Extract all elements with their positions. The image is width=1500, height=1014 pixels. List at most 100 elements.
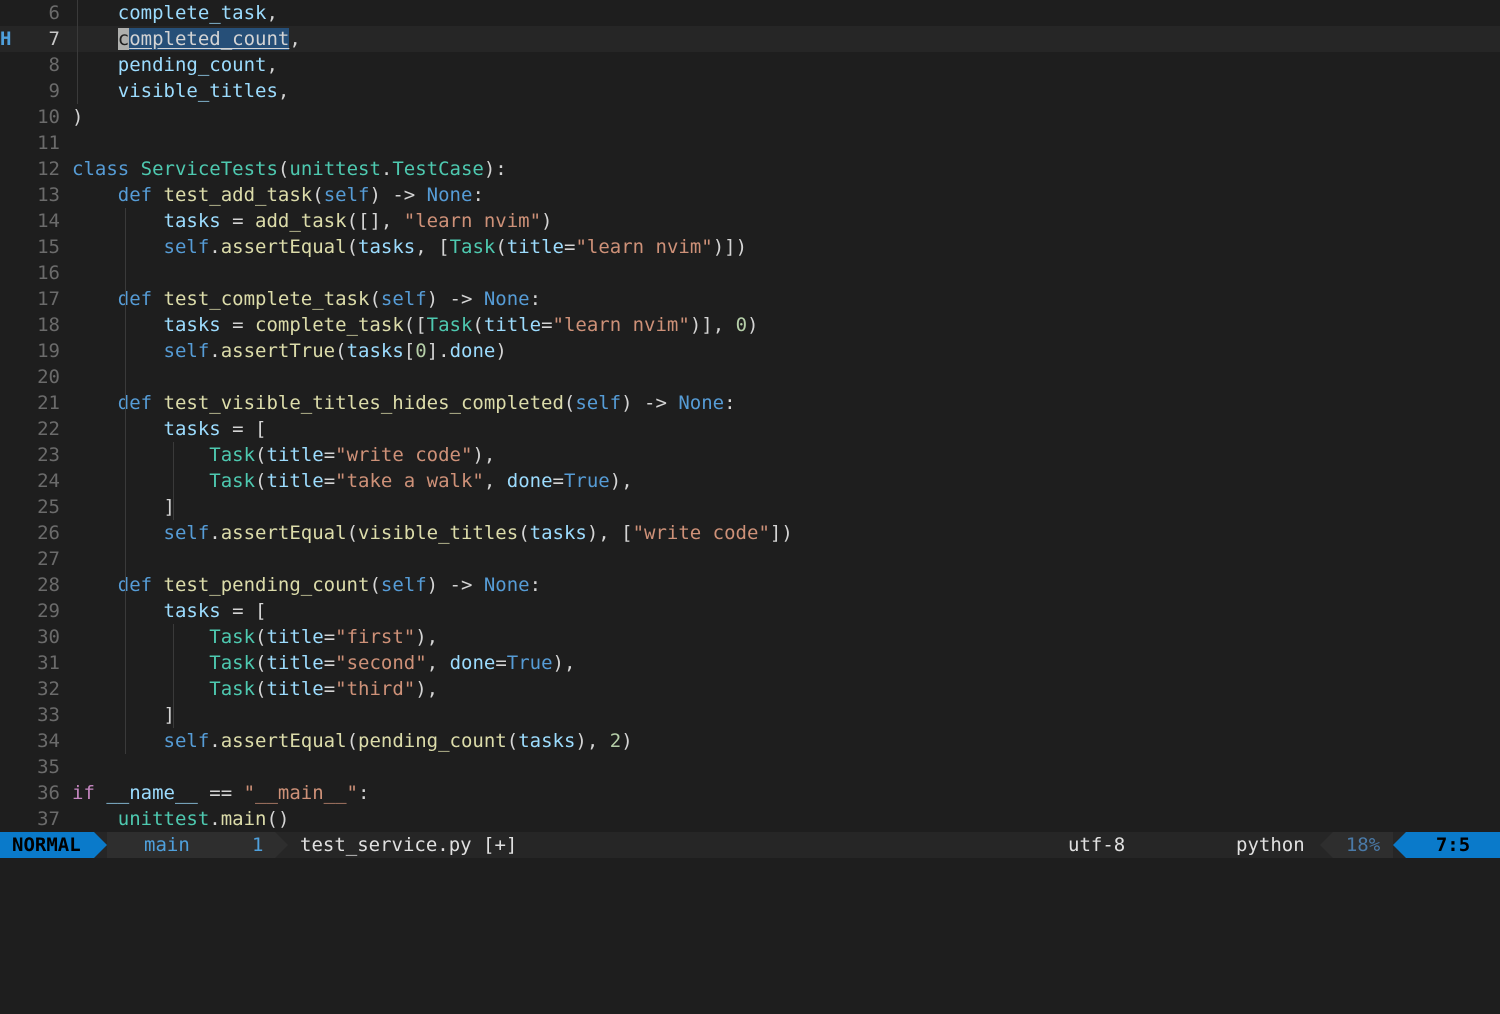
code-text[interactable]: ] — [72, 494, 175, 520]
code-line[interactable]: 23 Task(title="write code"), — [0, 442, 1500, 468]
code-token: self — [380, 288, 427, 310]
line-number: 12 — [37, 158, 60, 180]
sign-column — [0, 598, 20, 624]
code-text[interactable]: self.assertEqual(pending_count(tasks), 2… — [72, 728, 633, 754]
code-text[interactable]: self.assertEqual(tasks, [Task(title="lea… — [72, 234, 748, 260]
code-text[interactable]: self.assertEqual(visible_titles(tasks), … — [72, 520, 793, 546]
code-line[interactable]: 19 self.assertTrue(tasks[0].done) — [0, 338, 1500, 364]
indent-guide — [173, 442, 174, 520]
code-text[interactable]: complete_task, — [72, 0, 278, 26]
code-line[interactable]: 18 tasks = complete_task([Task(title="le… — [0, 312, 1500, 338]
sign-column: H — [0, 28, 12, 50]
code-text[interactable]: def test_add_task(self) -> None: — [72, 182, 484, 208]
sign-column — [0, 0, 20, 26]
code-text[interactable]: visible_titles, — [72, 78, 290, 104]
code-token: 2 — [609, 730, 622, 752]
code-line[interactable]: 29 tasks = [ — [0, 598, 1500, 624]
code-line[interactable]: 9 visible_titles, — [0, 78, 1500, 104]
code-token: ([ — [403, 314, 427, 336]
git-segment[interactable]: main 1 — [107, 832, 309, 880]
code-text[interactable]: if __name__ == "__main__": — [72, 780, 369, 806]
code-text[interactable]: def test_visible_titles_hides_completed(… — [72, 390, 736, 416]
code-line[interactable]: 20 — [0, 364, 1500, 390]
code-line[interactable]: 16 — [0, 260, 1500, 286]
code-line[interactable]: 33 ] — [0, 702, 1500, 728]
code-line[interactable]: 37 unittest.main() — [0, 806, 1500, 832]
code-token: self — [163, 340, 210, 362]
code-line[interactable]: 8 pending_count, — [0, 52, 1500, 78]
code-line[interactable]: 12 class ServiceTests(unittest.TestCase): — [0, 156, 1500, 182]
code-token: ( — [312, 184, 324, 206]
code-token: ), — [552, 652, 576, 674]
command-line[interactable] — [0, 858, 1500, 885]
code-text[interactable]: tasks = [ — [72, 598, 267, 624]
code-text[interactable]: Task(title="third"), — [72, 676, 438, 702]
code-line[interactable]: 25 ] — [0, 494, 1500, 520]
code-line[interactable]: 14 tasks = add_task([], "learn nvim") — [0, 208, 1500, 234]
current-code-line[interactable]: H 7 completed_count, — [0, 26, 1500, 52]
code-line[interactable]: 11 — [0, 130, 1500, 156]
code-token: title — [506, 236, 564, 258]
code-line[interactable]: 31 Task(title="second", done=True), — [0, 650, 1500, 676]
code-text[interactable]: Task(title="write code"), — [72, 442, 495, 468]
code-text[interactable]: def test_complete_task(self) -> None: — [72, 286, 541, 312]
code-line[interactable]: 24 Task(title="take a walk", done=True), — [0, 468, 1500, 494]
code-token: , — [266, 2, 278, 24]
code-line[interactable]: 15 self.assertEqual(tasks, [Task(title="… — [0, 234, 1500, 260]
code-text[interactable]: self.assertTrue(tasks[0].done) — [72, 338, 507, 364]
sign-column — [0, 676, 20, 702]
line-number: 17 — [37, 288, 60, 310]
code-token: "__main__" — [243, 782, 358, 804]
code-token: tasks — [163, 314, 221, 336]
code-text[interactable]: ) — [72, 104, 83, 130]
code-text[interactable]: def test_pending_count(self) -> None: — [72, 572, 541, 598]
code-token: "third" — [335, 678, 416, 700]
code-line[interactable]: 6 complete_task, — [0, 0, 1500, 26]
code-line[interactable]: 21 def test_visible_titles_hides_complet… — [0, 390, 1500, 416]
code-token: Task — [209, 652, 256, 674]
code-line[interactable]: 17 def test_complete_task(self) -> None: — [0, 286, 1500, 312]
code-text[interactable]: Task(title="first"), — [72, 624, 438, 650]
code-token: . — [209, 236, 221, 258]
code-line[interactable]: 32 Task(title="third"), — [0, 676, 1500, 702]
code-token: = — [552, 470, 564, 492]
code-text[interactable]: Task(title="take a walk", done=True), — [72, 468, 632, 494]
code-text[interactable]: tasks = [ — [72, 416, 267, 442]
code-token: self — [163, 730, 210, 752]
code-token: title — [266, 470, 324, 492]
editor-pane[interactable]: 37 unittest.main() 36 if __name__ == "__ma… — [0, 0, 1500, 832]
code-token: ) — [541, 210, 553, 232]
file-name[interactable]: test_service.py [+] — [300, 832, 517, 858]
code-text[interactable]: unittest.main() — [72, 806, 290, 832]
code-text[interactable]: ] — [72, 702, 175, 728]
code-token: visible_titles — [117, 80, 278, 102]
sign-column — [0, 338, 20, 364]
code-token: . — [209, 340, 221, 362]
code-token: ompleted_count — [129, 28, 290, 50]
code-line[interactable]: 35 — [0, 754, 1500, 780]
code-text[interactable]: class ServiceTests(unittest.TestCase): — [72, 156, 507, 182]
code-token: assertEqual — [220, 236, 347, 258]
code-text[interactable]: tasks = complete_task([Task(title="learn… — [72, 312, 759, 338]
code-line[interactable]: 26 self.assertEqual(visible_titles(tasks… — [0, 520, 1500, 546]
code-line[interactable]: 13 def test_add_task(self) -> None: — [0, 182, 1500, 208]
code-line[interactable]: 34 self.assertEqual(pending_count(tasks)… — [0, 728, 1500, 754]
code-text[interactable]: pending_count, — [72, 52, 278, 78]
code-text[interactable]: completed_count, — [72, 26, 301, 52]
sign-column — [0, 624, 20, 650]
code-token: ( — [369, 288, 381, 310]
code-token: ( — [495, 236, 507, 258]
code-text[interactable]: Task(title="second", done=True), — [72, 650, 575, 676]
code-line[interactable]: 10) — [0, 104, 1500, 130]
code-line[interactable]: 30 Task(title="first"), — [0, 624, 1500, 650]
code-line[interactable]: 22 tasks = [ — [0, 416, 1500, 442]
code-token: done — [449, 652, 496, 674]
code-text[interactable]: tasks = add_task([], "learn nvim") — [72, 208, 553, 234]
code-line[interactable]: 27 — [0, 546, 1500, 572]
code-token: ]. — [426, 340, 450, 362]
code-line[interactable]: 36 if __name__ == "__main__": — [0, 780, 1500, 806]
code-line[interactable]: 28 def test_pending_count(self) -> None: — [0, 572, 1500, 598]
code-token: . — [380, 158, 393, 180]
